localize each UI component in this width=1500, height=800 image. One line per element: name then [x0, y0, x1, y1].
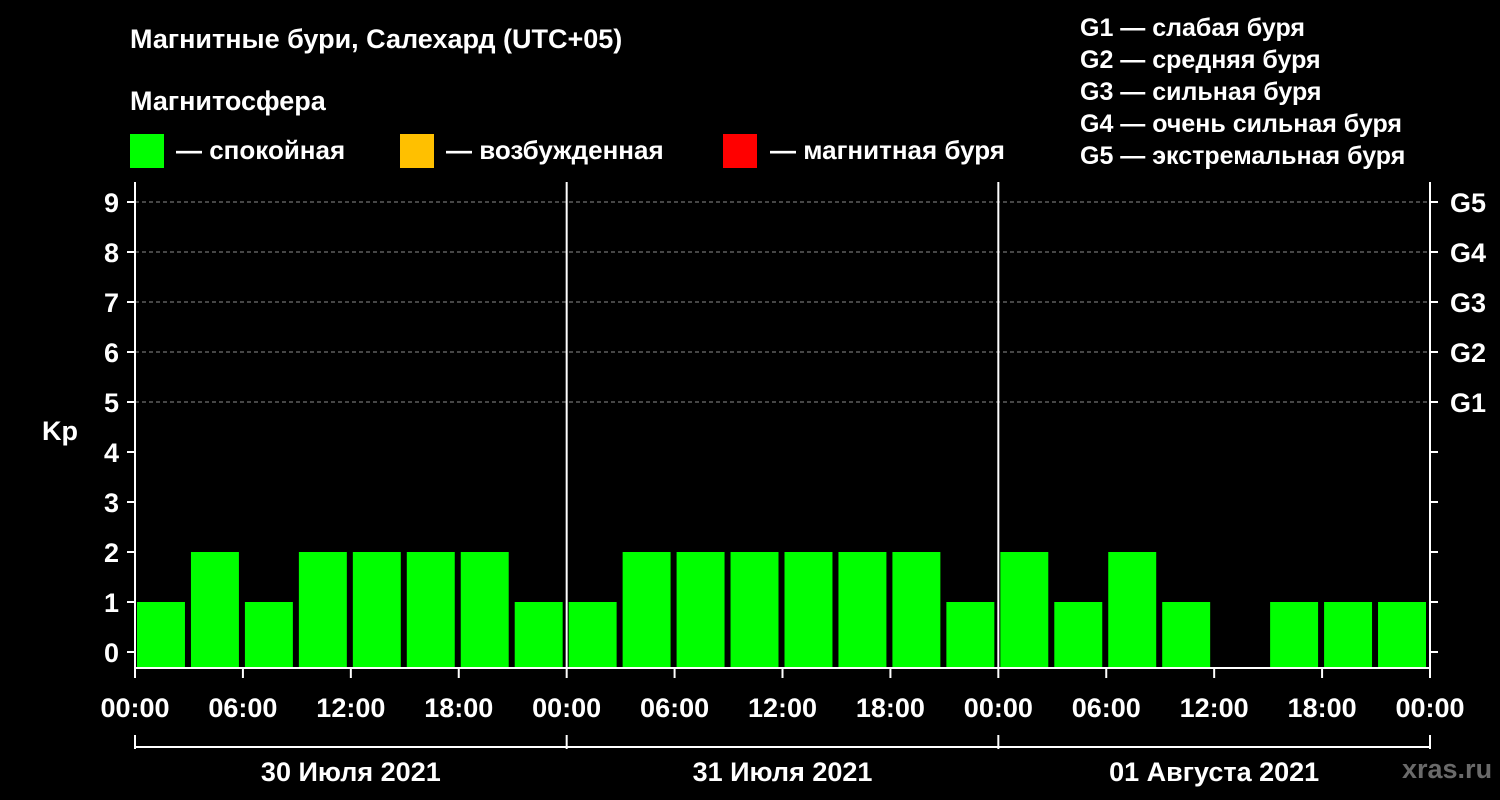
g-level-label-G1: G1	[1450, 388, 1486, 418]
kp-bar-1	[190, 552, 239, 668]
x-tick-label-3: 18:00	[424, 693, 493, 723]
y-tick-label-6: 6	[104, 338, 119, 368]
g-level-label-G2: G2	[1450, 338, 1486, 368]
kp-bar-17	[1054, 602, 1103, 668]
y-tick-label-0: 0	[104, 638, 119, 668]
x-tick-label-1: 06:00	[208, 693, 277, 723]
x-tick-label-5: 06:00	[640, 693, 709, 723]
y-tick-label-7: 7	[104, 288, 119, 318]
kp-bar-6	[460, 552, 509, 668]
brand-watermark: xras.ru	[1402, 754, 1493, 784]
x-tick-label-10: 12:00	[1180, 693, 1249, 723]
y-tick-label-8: 8	[104, 238, 119, 268]
kp-bar-0	[137, 602, 185, 668]
y-tick-label-3: 3	[104, 488, 119, 518]
kp-bar-19	[1162, 602, 1211, 668]
x-tick-label-8: 00:00	[964, 693, 1033, 723]
y-axis-label: Kp	[42, 416, 78, 446]
day-label-0: 30 Июля 2021	[261, 757, 441, 787]
day-label-1: 31 Июля 2021	[693, 757, 873, 787]
kp-bar-10	[676, 552, 725, 668]
x-tick-label-2: 12:00	[316, 693, 385, 723]
kp-bar-2	[244, 602, 293, 668]
kp-bar-23	[1378, 602, 1426, 668]
kp-bar-13	[838, 552, 887, 668]
x-tick-label-4: 00:00	[532, 693, 601, 723]
g-level-label-G4: G4	[1450, 238, 1486, 268]
kp-bar-9	[622, 552, 671, 668]
kp-bar-chart: 0 1 2 3 4 5 6 7 8 9 Kp G1 G2 G3 G4 G5 00:00 06:00 12:00 18:…	[42, 182, 1486, 787]
kp-bar-11	[730, 552, 779, 668]
kp-bar-5	[406, 552, 455, 668]
g-level-label-G5: G5	[1450, 188, 1486, 218]
kp-bar-7	[514, 602, 563, 668]
kp-bar-18	[1108, 552, 1157, 668]
x-tick-label-12: 00:00	[1395, 693, 1464, 723]
kp-bar-14	[892, 552, 941, 668]
x-tick-label-6: 12:00	[748, 693, 817, 723]
kp-bar-12	[784, 552, 833, 668]
y-tick-label-1: 1	[104, 588, 119, 618]
y-tick-label-9: 9	[104, 188, 119, 218]
y-tick-label-2: 2	[104, 538, 119, 568]
x-tick-label-11: 18:00	[1288, 693, 1357, 723]
x-tick-label-0: 00:00	[100, 693, 169, 723]
kp-bar-8	[568, 602, 617, 668]
x-tick-label-7: 18:00	[856, 693, 925, 723]
kp-bar-16	[1000, 552, 1049, 668]
kp-bar-15	[946, 602, 995, 668]
kp-bar-3	[298, 552, 347, 668]
y-tick-label-4: 4	[104, 438, 119, 468]
day-label-2: 01 Августа 2021	[1109, 757, 1319, 787]
kp-bar-21	[1270, 602, 1319, 668]
kp-bar-4	[352, 552, 401, 668]
g-level-label-G3: G3	[1450, 288, 1486, 318]
y-tick-label-5: 5	[104, 388, 119, 418]
x-tick-label-9: 06:00	[1072, 693, 1141, 723]
kp-bar-22	[1324, 602, 1373, 668]
